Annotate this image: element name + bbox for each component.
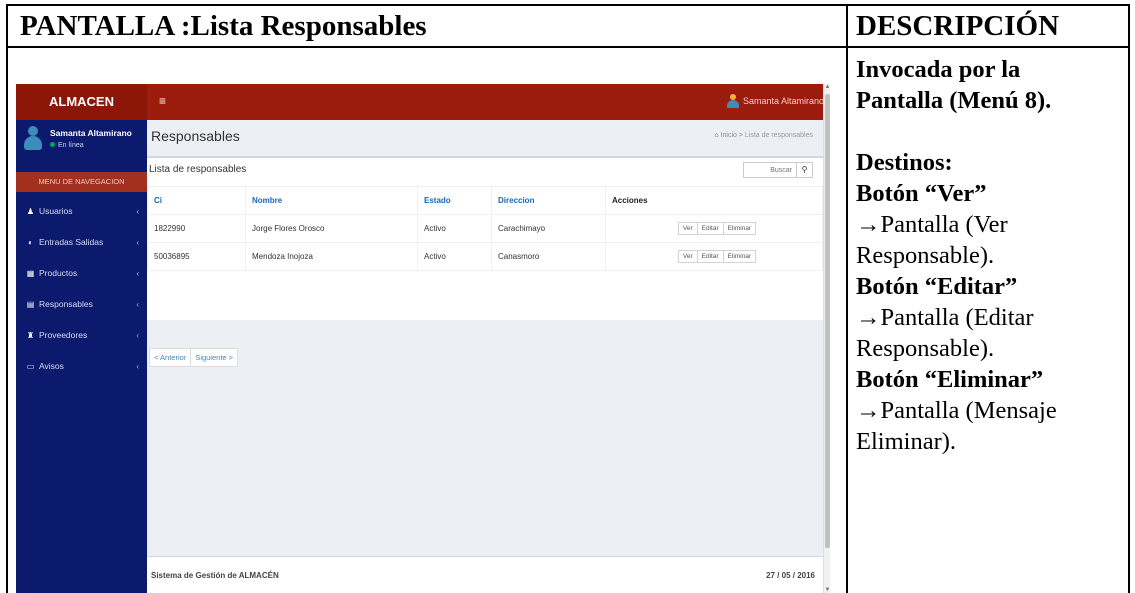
sidebar-item-productos[interactable]: ▦ Productos ‹	[16, 258, 147, 289]
home-icon: ⌂	[714, 132, 719, 139]
page-title: Responsables	[151, 128, 240, 144]
cell-acciones: Ver Editar Eliminar	[605, 242, 823, 271]
eliminar-button[interactable]: Eliminar	[723, 250, 757, 263]
previous-page-button[interactable]: < Anterior	[149, 348, 192, 367]
user-icon: ♟	[26, 207, 35, 216]
footer-system-name: Sistema de Gestión de ALMACÉN	[151, 571, 279, 580]
search-group: ⚲	[743, 162, 813, 178]
top-user-name: Samanta Altamirano	[742, 96, 824, 106]
description-text: Invocada por la Pantalla (Menú 8). Desti…	[856, 54, 1128, 457]
main-content: Responsables ⌂ Inicio > Lista de respons…	[147, 120, 823, 593]
cell-ci: 1822990	[147, 214, 246, 243]
online-status: En línea	[50, 142, 84, 149]
user-icon	[726, 94, 739, 108]
screen-title: PANTALLA :Lista Responsables	[20, 10, 427, 42]
ver-button[interactable]: Ver	[677, 250, 698, 263]
footer-date: 27 / 05 / 2016	[766, 571, 815, 580]
sidebar-item-proveedores[interactable]: ♜ Proveedores ‹	[16, 320, 147, 351]
nav-header: MENU DE NAVEGACION	[16, 172, 147, 192]
responsables-table: Ci Nombre Estado Direccion Acciones 1822…	[147, 186, 823, 271]
chevron-left-icon: ‹	[136, 362, 139, 371]
building-icon: ♜	[26, 331, 35, 340]
table-header-row: Ci Nombre Estado Direccion Acciones	[147, 186, 823, 215]
editar-button-desc: Botón “Editar”	[856, 273, 1018, 300]
top-navbar: ALMACEN ≡ Samanta Altamirano	[16, 84, 830, 120]
column-header-direccion[interactable]: Direccion	[491, 186, 606, 215]
invoked-line-1: Invocada por la	[856, 56, 1021, 83]
sidebar-item-usuarios[interactable]: ♟ Usuarios ‹	[16, 196, 147, 227]
invoked-line-2: Pantalla (Menú 8).	[856, 87, 1052, 114]
breadcrumb: ⌂ Inicio > Lista de responsables	[714, 132, 813, 139]
sidebar-item-entradas-salidas[interactable]: ◐ Entradas Salidas ‹	[16, 227, 147, 258]
breadcrumb-current: Lista de responsables	[744, 132, 813, 139]
cell-nombre: Mendoza Inojoza	[245, 242, 418, 271]
pagination: < Anterior Siguiente >	[149, 348, 239, 367]
sidebar-toggle-icon[interactable]: ≡	[159, 94, 166, 108]
editar-button[interactable]: Editar	[697, 250, 724, 263]
scrollbar-thumb[interactable]	[825, 94, 830, 548]
chevron-left-icon: ‹	[136, 207, 139, 216]
list-icon: ▤	[26, 300, 35, 309]
description-title: DESCRIPCIÓN	[856, 10, 1060, 42]
editar-destination-1: →Pantalla (Editar	[856, 304, 1034, 331]
adjust-icon: ◐	[28, 238, 33, 247]
chevron-left-icon: ‹	[136, 238, 139, 247]
laptop-icon: ▭	[26, 362, 35, 371]
ver-destination-2: Responsable).	[856, 242, 995, 269]
cell-estado: Activo	[417, 214, 492, 243]
next-page-button[interactable]: Siguiente >	[191, 348, 239, 367]
ver-button-desc: Botón “Ver”	[856, 180, 987, 207]
ver-button[interactable]: Ver	[677, 222, 698, 235]
editar-destination-2: Responsable).	[856, 335, 995, 362]
cell-direccion: Canasmoro	[491, 242, 606, 271]
search-icon[interactable]: ⚲	[796, 163, 812, 177]
cell-nombre: Jorge Flores Orosco	[245, 214, 418, 243]
responsables-box: Lista de responsables ⚲ Ci Nombre Estado…	[147, 156, 823, 320]
scroll-up-icon[interactable]: ▲	[824, 84, 830, 90]
editar-button[interactable]: Editar	[697, 222, 724, 235]
chevron-left-icon: ‹	[136, 300, 139, 309]
table-row: 1822990 Jorge Flores Orosco Activo Carac…	[147, 214, 823, 243]
chevron-left-icon: ‹	[136, 269, 139, 278]
table-icon: ▦	[26, 269, 35, 278]
column-header-acciones: Acciones	[605, 186, 823, 215]
column-header-nombre[interactable]: Nombre	[245, 186, 418, 215]
cell-direccion: Carachimayo	[491, 214, 606, 243]
online-dot-icon	[50, 142, 55, 147]
ver-destination-1: →Pantalla (Ver	[856, 211, 1008, 238]
sidebar-user-name: Samanta Altamirano	[50, 128, 132, 138]
eliminar-button-desc: Botón “Eliminar”	[856, 366, 1044, 393]
eliminar-destination-1: →Pantalla (Mensaje	[856, 397, 1057, 424]
cell-ci: 50036895	[147, 242, 246, 271]
avatar	[24, 126, 42, 152]
vertical-scrollbar[interactable]: ▲ ▼	[823, 84, 830, 593]
eliminar-destination-2: Eliminar).	[856, 428, 957, 455]
scroll-down-icon[interactable]: ▼	[824, 587, 830, 593]
chevron-left-icon: ‹	[136, 331, 139, 340]
eliminar-button[interactable]: Eliminar	[723, 222, 757, 235]
footer: Sistema de Gestión de ALMACÉN 27 / 05 / …	[147, 556, 823, 593]
breadcrumb-home[interactable]: Inicio	[721, 132, 737, 139]
breadcrumb-separator: >	[738, 132, 743, 139]
sidebar-user-panel: Samanta Altamirano En línea	[16, 120, 147, 164]
cell-acciones: Ver Editar Eliminar	[605, 214, 823, 243]
destinos-label: Destinos:	[856, 149, 953, 176]
sidebar-item-avisos[interactable]: ▭ Avisos ‹	[16, 351, 147, 382]
sidebar: Samanta Altamirano En línea MENU DE NAVE…	[16, 120, 147, 593]
column-divider	[846, 6, 848, 593]
search-input[interactable]	[744, 163, 796, 177]
column-header-ci[interactable]: Ci	[147, 186, 246, 215]
sidebar-menu: ♟ Usuarios ‹ ◐ Entradas Salidas ‹ ▦ Product…	[16, 196, 147, 382]
user-menu[interactable]: Samanta Altamirano	[726, 94, 824, 108]
column-header-estado[interactable]: Estado	[417, 186, 492, 215]
app-logo[interactable]: ALMACEN	[16, 84, 147, 120]
app-screenshot: ALMACEN ≡ Samanta Altamirano Samanta Alt…	[16, 84, 830, 593]
box-title: Lista de responsables	[149, 164, 247, 175]
cell-estado: Activo	[417, 242, 492, 271]
table-row: 50036895 Mendoza Inojoza Activo Canasmor…	[147, 242, 823, 271]
sidebar-item-responsables[interactable]: ▤ Responsables ‹	[16, 289, 147, 320]
document-header-row: PANTALLA :Lista Responsables DESCRIPCIÓN	[8, 6, 1128, 48]
